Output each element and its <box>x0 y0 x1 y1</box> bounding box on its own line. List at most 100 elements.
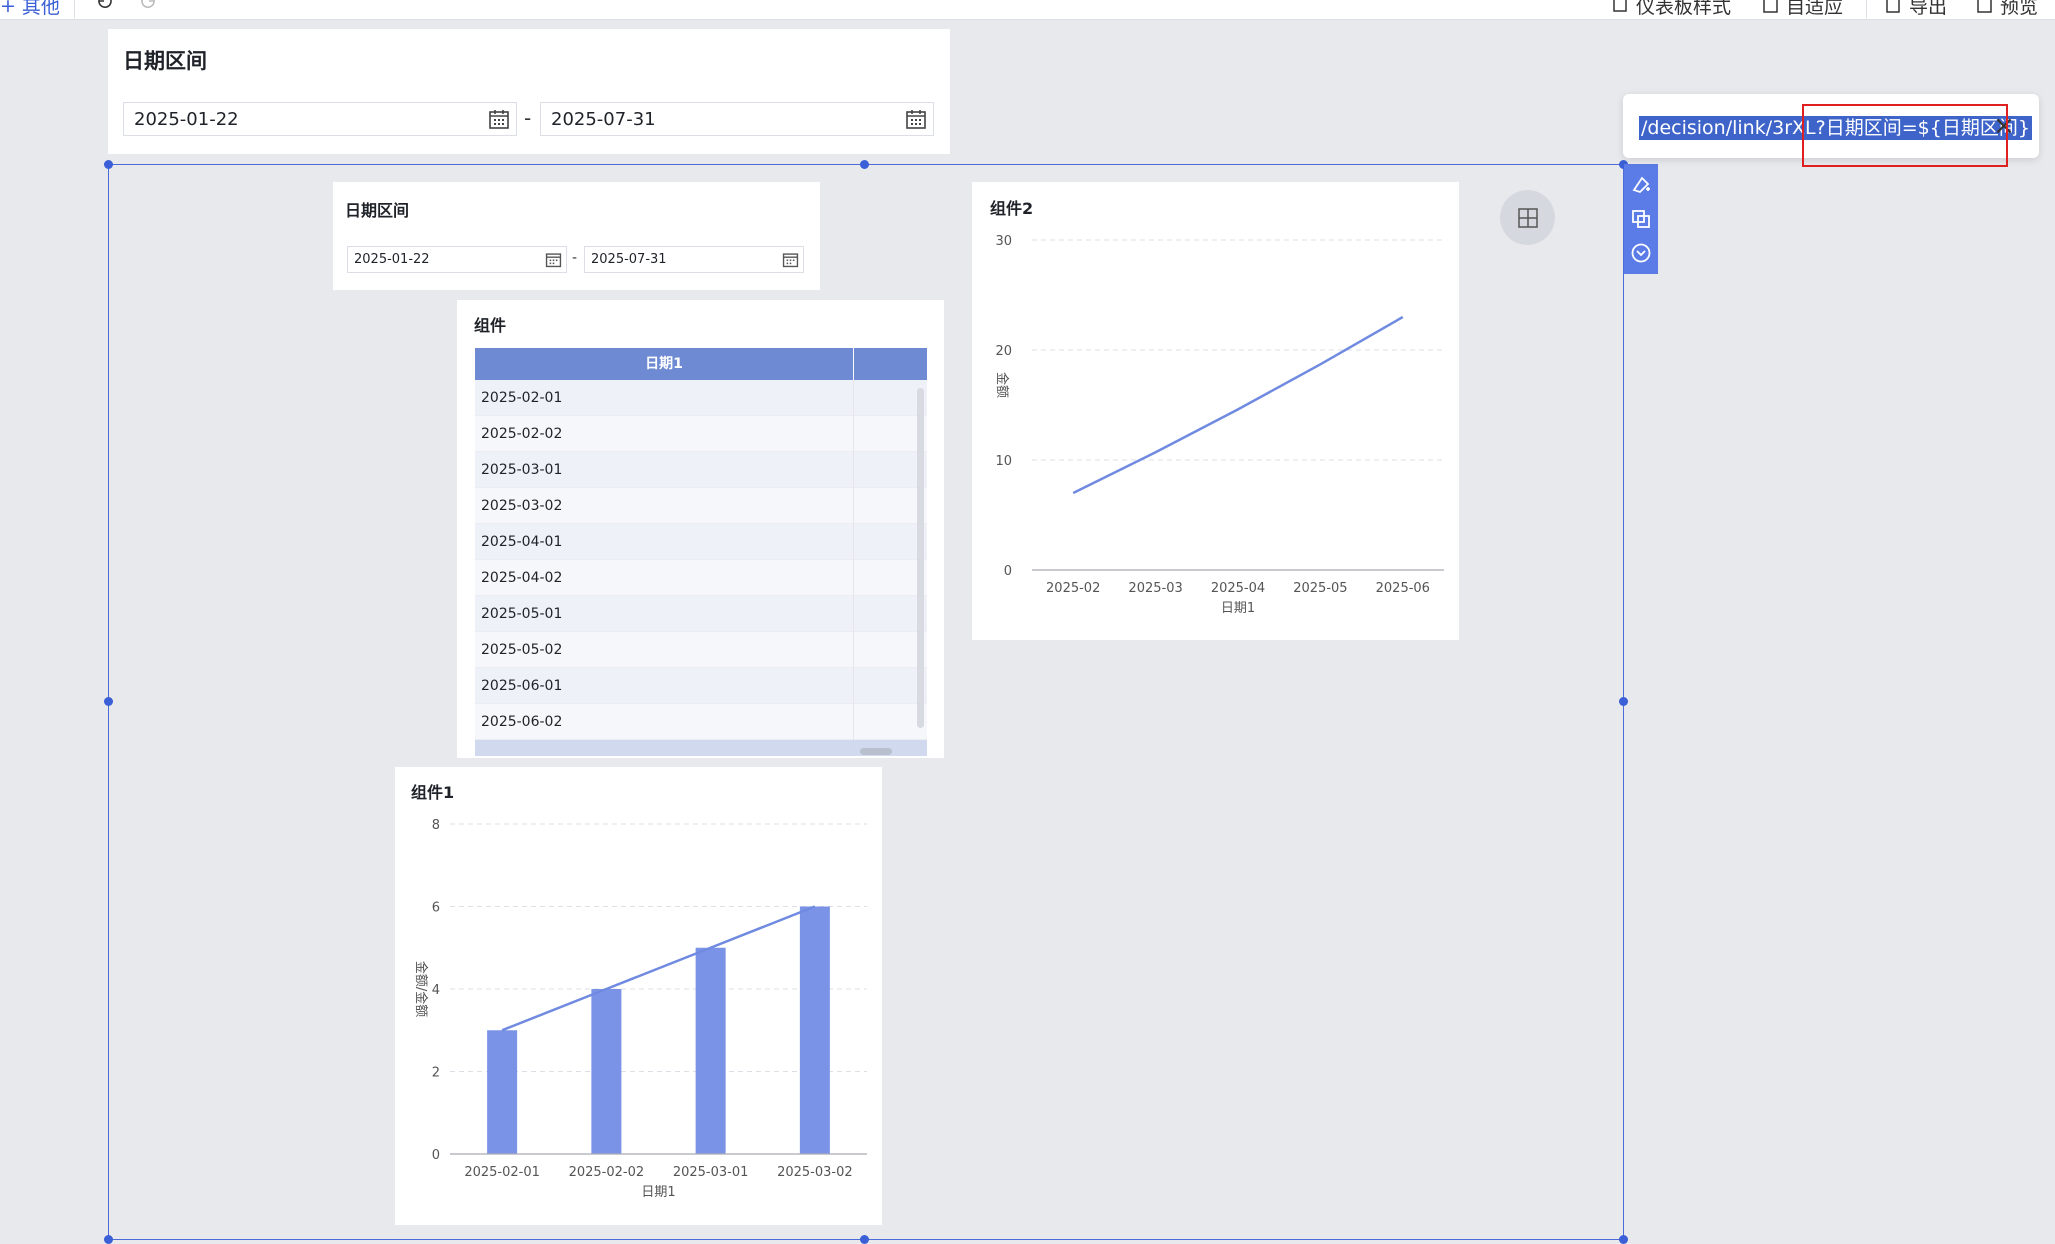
table-widget-title: 组件 <box>474 316 507 335</box>
column-separator <box>853 632 854 668</box>
adaptive-icon <box>1763 0 1778 13</box>
redo-button[interactable] <box>140 0 158 10</box>
column-separator <box>853 524 854 560</box>
preview-icon <box>1977 0 1992 13</box>
table-row[interactable]: 2025-05-02 <box>475 632 927 668</box>
table-row[interactable]: 2025-02-01 <box>475 380 927 416</box>
bar-chart-widget[interactable]: 组件1 0 2 4 6 8 2025-02-01 2025-02-02 2025-03-01 2… <box>395 767 882 1225</box>
layout-toggle-button[interactable] <box>1500 190 1555 245</box>
series-line <box>1072 315 1404 495</box>
inner-date-range-filter[interactable]: 日期区间 <box>333 182 820 290</box>
end-date-value: 2025-07-31 <box>551 108 656 130</box>
plus-icon: + <box>0 0 16 17</box>
inner-end-date-input[interactable]: 2025-07-31 <box>584 246 804 273</box>
widget-side-toolbar <box>1624 164 1658 274</box>
redo-icon <box>141 0 155 8</box>
y-tick-label: 10 <box>995 454 1012 469</box>
inner-start-date-input[interactable]: 2025-01-22 <box>347 246 567 273</box>
table-cell-date: 2025-05-01 <box>481 606 563 622</box>
x-tick-label: 2025-02-01 <box>464 1165 540 1180</box>
y-tick-label: 4 <box>432 983 440 998</box>
undo-button[interactable] <box>95 0 113 10</box>
end-date-input[interactable]: 2025-07-31 <box>540 102 934 136</box>
calendar-icon[interactable] <box>545 251 562 268</box>
table-cell-date: 2025-04-01 <box>481 534 563 550</box>
table-cell-date: 2025-04-02 <box>481 570 563 586</box>
resize-handle[interactable] <box>1619 697 1628 706</box>
column-separator <box>853 596 854 632</box>
resize-handle[interactable] <box>860 160 869 169</box>
preview-button[interactable]: 预览 <box>1976 0 2038 19</box>
y-tick-label: 6 <box>432 901 440 916</box>
calendar-icon[interactable] <box>488 108 510 130</box>
undo-icon <box>98 0 112 8</box>
line-chart: 0 10 20 30 2025-02 2025-03 2025-04 2025-05 2025-… <box>994 234 1444 616</box>
column-header-date1[interactable]: 日期1 <box>475 348 853 380</box>
table-cell-date: 2025-03-01 <box>481 462 563 478</box>
x-tick-label: 2025-06 <box>1376 581 1430 596</box>
more-icon[interactable] <box>1630 242 1652 264</box>
inner-filter-title: 日期区间 <box>345 201 410 220</box>
calendar-icon[interactable] <box>905 108 927 130</box>
table-summary-row <box>475 740 927 756</box>
bar <box>487 1030 518 1154</box>
column-separator <box>853 560 854 596</box>
resize-handle[interactable] <box>104 697 113 706</box>
table-row[interactable]: 2025-04-01 <box>475 524 927 560</box>
x-tick-label: 2025-03-01 <box>673 1165 749 1180</box>
vertical-scrollbar[interactable] <box>917 388 924 728</box>
x-tick-label: 2025-05 <box>1293 581 1347 596</box>
column-separator <box>853 704 854 740</box>
table-cell-date: 2025-02-01 <box>481 390 563 406</box>
y-axis-label: 金额 <box>994 372 1010 398</box>
resize-handle[interactable] <box>104 1235 113 1244</box>
table-cell-date: 2025-03-02 <box>481 498 563 514</box>
y-tick-label: 20 <box>995 344 1012 359</box>
x-tick-label: 2025-04 <box>1211 581 1265 596</box>
table-row[interactable]: 2025-03-01 <box>475 452 927 488</box>
horizontal-scrollbar[interactable] <box>860 748 892 755</box>
x-tick-label: 2025-02-02 <box>569 1165 645 1180</box>
table-row[interactable]: 2025-05-01 <box>475 596 927 632</box>
dashboard-style-button[interactable]: 仪表板样式 <box>1612 0 1731 19</box>
column-separator <box>853 348 854 380</box>
preview-label: 预览 <box>2000 0 2039 18</box>
detail-table: 日期1 2025-02-01 2025-02-02 2025-03-01 2025-0… <box>475 348 927 756</box>
resize-handle[interactable] <box>1619 1235 1628 1244</box>
table-row[interactable]: 2025-04-02 <box>475 560 927 596</box>
column-separator <box>853 452 854 488</box>
bar <box>695 947 726 1154</box>
start-date-input[interactable]: 2025-01-22 <box>123 102 517 136</box>
line-chart-widget[interactable]: 组件2 0 10 20 30 2025-02 2025-03 2025-04 2025-05 2… <box>972 182 1459 640</box>
column-separator <box>853 416 854 452</box>
table-cell-date: 2025-02-02 <box>481 426 563 442</box>
table-cell-date: 2025-06-02 <box>481 714 563 730</box>
calendar-icon[interactable] <box>782 251 799 268</box>
date-separator: - <box>524 106 532 130</box>
resize-handle[interactable] <box>104 160 113 169</box>
y-tick-label: 0 <box>1004 564 1012 579</box>
x-tick-label: 2025-03-02 <box>777 1165 853 1180</box>
x-tick-label: 2025-02 <box>1046 581 1100 596</box>
table-header: 日期1 <box>475 348 927 380</box>
layout-icon <box>1517 207 1538 228</box>
inner-end-date-value: 2025-07-31 <box>591 252 667 267</box>
start-date-value: 2025-01-22 <box>134 108 239 130</box>
y-tick-label: 30 <box>995 234 1012 249</box>
export-label: 导出 <box>1909 0 1948 18</box>
copy-icon[interactable] <box>1630 208 1652 230</box>
filter-title: 日期区间 <box>123 49 207 73</box>
table-row[interactable]: 2025-03-02 <box>475 488 927 524</box>
adaptive-button[interactable]: 自适应 <box>1762 0 1843 19</box>
other-menu-button[interactable]: + 其他 <box>0 0 60 19</box>
export-button[interactable]: 导出 <box>1885 0 1947 19</box>
toolbar-divider <box>1866 0 1867 18</box>
table-row[interactable]: 2025-02-02 <box>475 416 927 452</box>
inner-date-separator: - <box>572 250 578 266</box>
resize-handle[interactable] <box>860 1235 869 1244</box>
table-row[interactable]: 2025-06-01 <box>475 668 927 704</box>
edit-style-icon[interactable] <box>1630 174 1652 196</box>
y-tick-label: 0 <box>432 1148 440 1163</box>
x-tick-label: 2025-03 <box>1128 581 1182 596</box>
table-row[interactable]: 2025-06-02 <box>475 704 927 740</box>
